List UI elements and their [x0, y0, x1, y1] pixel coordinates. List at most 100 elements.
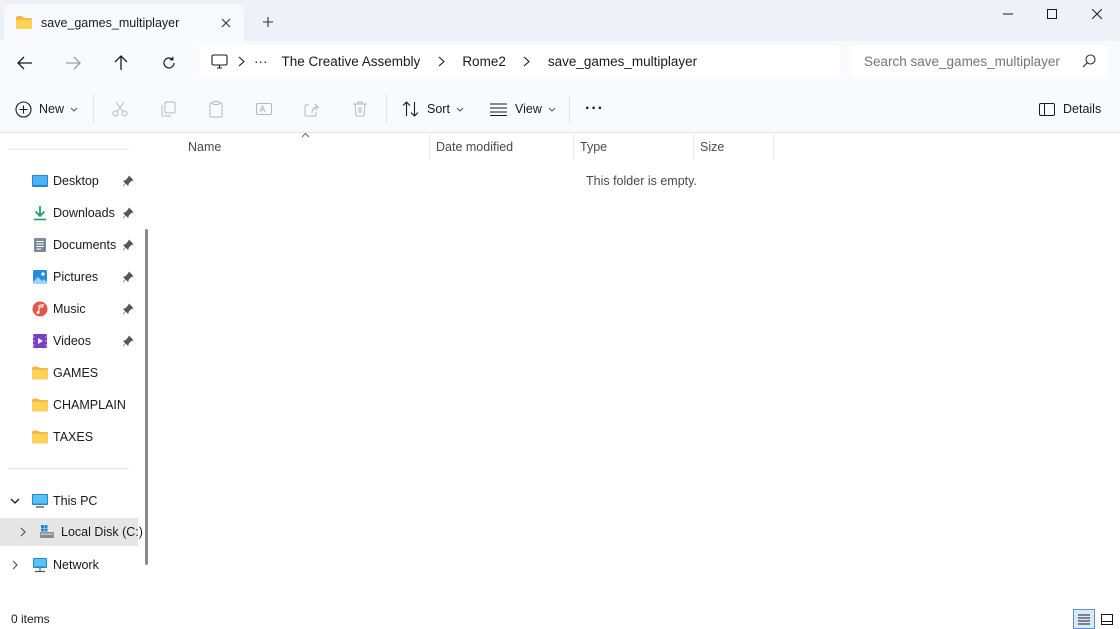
- sidebar-item-label: Downloads: [53, 206, 115, 220]
- column-header-date-modified[interactable]: Date modified: [436, 134, 572, 159]
- chevron-right-icon[interactable]: [506, 56, 548, 67]
- search-input[interactable]: [864, 53, 1082, 69]
- music-icon: [32, 301, 48, 317]
- breadcrumb-rome2[interactable]: Rome2: [462, 54, 506, 69]
- title-bar: save_games_multiplayer: [0, 0, 1120, 41]
- local-disk-icon: [40, 525, 54, 538]
- arrow-left-icon: [17, 56, 32, 70]
- sidebar-item-label: Pictures: [53, 270, 99, 284]
- documents-icon: [34, 238, 46, 252]
- address-row: ··· The Creative Assembly Rome2 save_gam…: [0, 41, 1120, 85]
- sidebar-item-videos[interactable]: Videos: [0, 327, 138, 355]
- sidebar-item-champlain[interactable]: CHAMPLAIN: [0, 391, 138, 419]
- copy-icon: [161, 101, 176, 117]
- divider: [8, 468, 129, 469]
- refresh-button[interactable]: [151, 47, 187, 79]
- tiles-view-button[interactable]: [1096, 609, 1118, 629]
- desktop-icon: [32, 175, 48, 187]
- file-list[interactable]: Name Date modified Type Size This folder…: [156, 132, 1120, 608]
- new-button[interactable]: New: [15, 93, 78, 125]
- column-header-size[interactable]: Size: [700, 134, 772, 159]
- rename-button[interactable]: [252, 97, 276, 121]
- pin-icon[interactable]: [122, 239, 134, 251]
- sidebar-scrollbar[interactable]: [145, 229, 148, 565]
- cut-button[interactable]: [108, 97, 132, 121]
- view-label: View: [515, 102, 542, 116]
- chevron-right-icon[interactable]: [228, 56, 254, 67]
- close-window-button[interactable]: [1074, 0, 1120, 28]
- copy-button[interactable]: [156, 97, 180, 121]
- pin-icon[interactable]: [122, 271, 134, 283]
- column-divider[interactable]: [573, 134, 574, 159]
- breadcrumb-the-creative-assembly[interactable]: The Creative Assembly: [282, 54, 421, 69]
- sidebar-item-label: GAMES: [53, 366, 99, 380]
- network-icon: [33, 558, 47, 573]
- details-button[interactable]: Details: [1039, 93, 1101, 125]
- chevron-right-icon[interactable]: [8, 558, 22, 572]
- sidebar-item-local-disk-c[interactable]: Local Disk (C:): [0, 518, 143, 546]
- new-tab-button[interactable]: [254, 8, 282, 36]
- column-divider[interactable]: [773, 134, 774, 159]
- sidebar-item-taxes[interactable]: TAXES: [0, 423, 138, 451]
- plus-circle-icon: [15, 100, 32, 118]
- sidebar-item-games[interactable]: GAMES: [0, 359, 138, 387]
- sidebar-item-network[interactable]: Network: [0, 551, 138, 579]
- sidebar-item-desktop[interactable]: Desktop: [0, 167, 138, 195]
- breadcrumb-overflow[interactable]: ···: [254, 54, 268, 69]
- sidebar-item-label: Videos: [53, 334, 91, 348]
- item-count: 0 items: [11, 612, 50, 626]
- share-button[interactable]: [300, 97, 324, 121]
- paste-button[interactable]: [204, 97, 228, 121]
- search-icon[interactable]: [1082, 54, 1096, 68]
- clipboard-icon: [209, 101, 223, 118]
- more-options-icon: ···: [585, 100, 604, 117]
- rename-icon: [256, 103, 272, 115]
- chevron-down-icon[interactable]: [8, 494, 22, 508]
- breadcrumb-save-games-multiplayer[interactable]: save_games_multiplayer: [548, 54, 697, 69]
- search-box[interactable]: [851, 45, 1108, 77]
- pin-icon[interactable]: [122, 335, 134, 347]
- divider: [93, 95, 94, 123]
- delete-button[interactable]: [348, 97, 372, 121]
- divider: [569, 95, 570, 123]
- view-button[interactable]: View: [490, 93, 556, 125]
- address-bar[interactable]: ··· The Creative Assembly Rome2 save_gam…: [199, 45, 841, 77]
- pin-icon[interactable]: [122, 303, 134, 315]
- column-header-type[interactable]: Type: [580, 134, 692, 159]
- sort-button[interactable]: Sort: [402, 93, 464, 125]
- sidebar-item-downloads[interactable]: Downloads: [0, 199, 138, 227]
- folder-icon: [32, 366, 48, 380]
- arrow-up-icon: [114, 55, 128, 70]
- sidebar-item-label: Network: [53, 558, 99, 572]
- pictures-icon: [33, 270, 47, 284]
- more-options-button[interactable]: ···: [585, 93, 604, 125]
- column-divider[interactable]: [429, 134, 430, 159]
- close-tab-icon[interactable]: [212, 9, 240, 37]
- sidebar-item-music[interactable]: Music: [0, 295, 138, 323]
- sort-label: Sort: [427, 102, 450, 116]
- details-pane-icon: [1039, 102, 1055, 116]
- sidebar-item-label: Desktop: [53, 174, 99, 188]
- chevron-right-icon[interactable]: [420, 56, 462, 67]
- this-pc-icon: [32, 494, 48, 508]
- back-button[interactable]: [7, 47, 43, 79]
- status-bar: 0 items: [0, 608, 1120, 629]
- new-label: New: [39, 102, 65, 116]
- sidebar-item-this-pc[interactable]: This PC: [0, 487, 138, 515]
- tab-save-games-multiplayer[interactable]: save_games_multiplayer: [4, 4, 244, 41]
- maximize-button[interactable]: [1029, 0, 1075, 28]
- minimize-button[interactable]: [985, 0, 1031, 28]
- chevron-right-icon[interactable]: [16, 525, 30, 539]
- details-view-button[interactable]: [1073, 609, 1095, 629]
- plus-icon: [263, 17, 273, 27]
- sidebar-item-pictures[interactable]: Pictures: [0, 263, 138, 291]
- up-button[interactable]: [103, 47, 139, 79]
- column-divider[interactable]: [693, 134, 694, 159]
- pin-icon[interactable]: [122, 175, 134, 187]
- sidebar-item-documents[interactable]: Documents: [0, 231, 138, 259]
- sidebar-item-label: TAXES: [53, 430, 94, 444]
- pin-icon[interactable]: [122, 207, 134, 219]
- column-header-name[interactable]: Name: [188, 134, 428, 159]
- details-label: Details: [1063, 102, 1102, 116]
- forward-button[interactable]: [55, 47, 91, 79]
